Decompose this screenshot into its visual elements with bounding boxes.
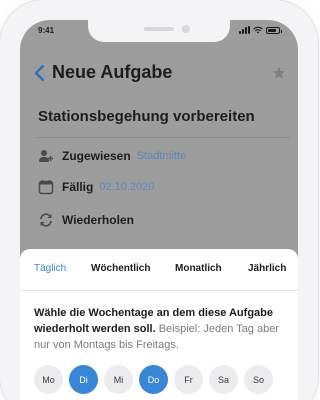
wifi-icon — [253, 26, 263, 34]
header: Neue Aufgabe — [20, 56, 298, 92]
day-monday[interactable]: Mo — [34, 365, 63, 394]
repeat-icon — [40, 213, 52, 227]
tabs-divider — [20, 290, 298, 291]
calendar-icon — [38, 180, 54, 195]
signal-icon — [239, 26, 250, 34]
status-icons — [239, 26, 282, 34]
camera — [182, 25, 190, 33]
assigned-row[interactable]: Zugewiesen Stadtmitte — [38, 146, 186, 166]
tab-monthly[interactable]: Monatlich — [175, 263, 222, 274]
day-thursday[interactable]: Do — [139, 365, 168, 394]
repeat-sheet: Täglich Wöchentlich Monatlich Jährlich W… — [20, 249, 298, 400]
tab-weekly[interactable]: Wöchentlich — [91, 263, 150, 274]
back-chevron-icon[interactable] — [33, 64, 47, 82]
repeat-row[interactable]: Wiederholen — [38, 210, 140, 230]
instruction-text: Wähle die Wochentage an dem diese Aufgab… — [34, 305, 284, 353]
task-title: Stationsbegehung vorbereiten — [38, 108, 255, 125]
assigned-value: Stadtmitte — [136, 150, 187, 162]
day-friday[interactable]: Fr — [174, 365, 203, 394]
speaker — [144, 27, 174, 31]
day-wednesday[interactable]: Mi — [104, 365, 133, 394]
frequency-tabs: Täglich Wöchentlich Monatlich Jährlich — [20, 249, 298, 291]
tab-yearly[interactable]: Jährlich — [248, 263, 286, 274]
notch — [88, 20, 230, 42]
tab-daily[interactable]: Täglich — [34, 263, 66, 274]
weekday-picker: Mo Di Mi Do Fr Sa So — [34, 365, 273, 394]
day-sunday[interactable]: So — [244, 365, 273, 394]
star-icon[interactable] — [272, 66, 286, 80]
due-value: 02.10.2020 — [99, 181, 155, 193]
app-screen: 9:41 Neue Aufgabe Stationsbegehung vorbe… — [20, 20, 298, 400]
due-label: Fällig — [62, 180, 94, 194]
repeat-label: Wiederholen — [62, 213, 134, 227]
assigned-label: Zugewiesen — [62, 149, 131, 163]
day-tuesday[interactable]: Di — [69, 365, 98, 394]
divider — [36, 137, 290, 138]
day-saturday[interactable]: Sa — [209, 365, 238, 394]
due-row[interactable]: Fällig 02.10.2020 — [38, 177, 154, 197]
status-time: 9:41 — [38, 26, 55, 35]
add-user-icon — [39, 150, 53, 162]
page-title: Neue Aufgabe — [52, 62, 173, 82]
battery-icon — [266, 26, 282, 34]
